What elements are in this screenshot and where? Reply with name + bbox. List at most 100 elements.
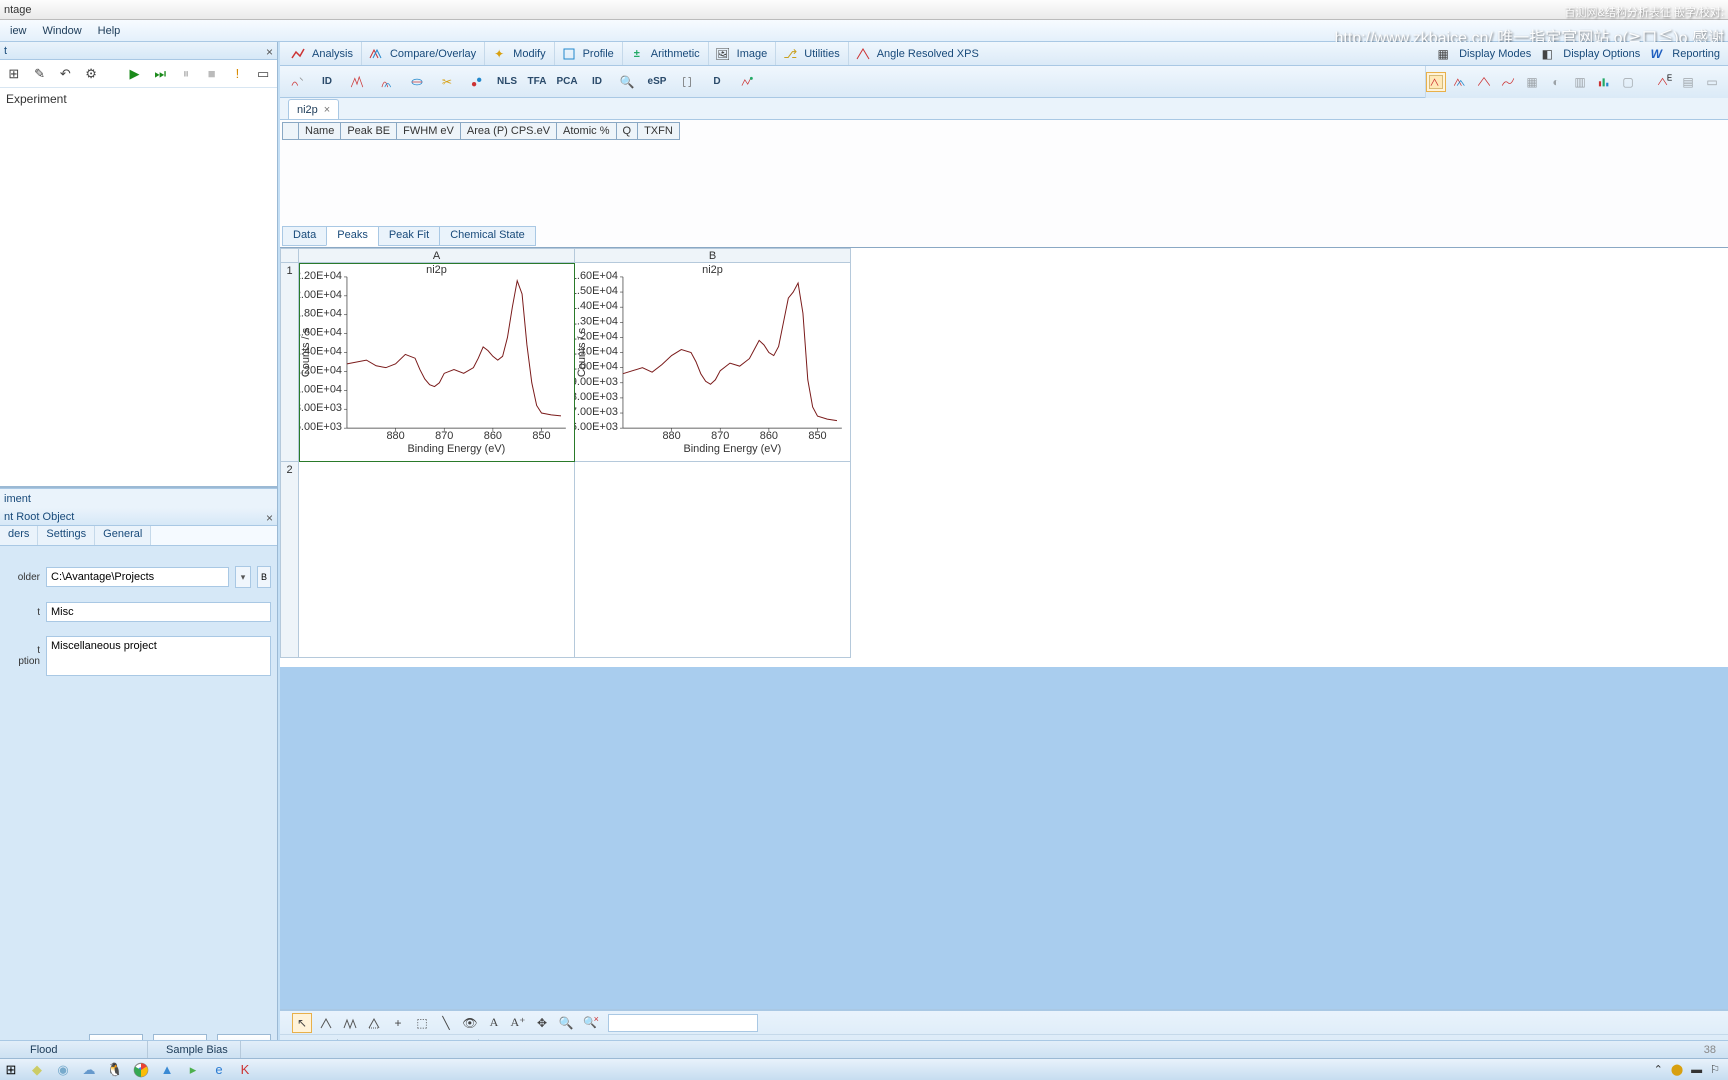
close-icon[interactable]: ×: [324, 104, 330, 116]
text-plus-tool[interactable]: A⁺: [508, 1013, 528, 1033]
profile-label[interactable]: Profile: [581, 48, 616, 60]
tab-folders[interactable]: ders: [0, 526, 38, 545]
multi-peak-tool[interactable]: [340, 1013, 360, 1033]
tray-network-icon[interactable]: ⚐: [1710, 1063, 1720, 1076]
ie-icon[interactable]: e: [210, 1061, 228, 1079]
t-input[interactable]: [46, 602, 271, 622]
tray-chevron-icon[interactable]: ⌃: [1654, 1063, 1663, 1076]
col-b[interactable]: B: [575, 249, 851, 263]
region-tool[interactable]: [364, 1013, 384, 1033]
subtab-data[interactable]: Data: [282, 226, 327, 246]
mode-bars[interactable]: [1594, 72, 1614, 92]
app-icon-4[interactable]: 🐧: [106, 1061, 124, 1079]
warning-icon[interactable]: !: [228, 64, 248, 84]
chart-cell-a2[interactable]: [299, 462, 575, 658]
desc-input[interactable]: Miscellaneous project: [46, 636, 271, 676]
folder-input[interactable]: [46, 567, 229, 587]
cursor-tool[interactable]: ↖: [292, 1013, 312, 1033]
col-txfn[interactable]: TXFN: [638, 123, 680, 140]
menu-help[interactable]: Help: [90, 23, 129, 39]
tool-peak[interactable]: [344, 69, 370, 95]
zoom-out-tool[interactable]: 🔍×: [580, 1013, 600, 1033]
tool-brackets[interactable]: [674, 69, 700, 95]
tab-general[interactable]: General: [95, 526, 151, 545]
col-a[interactable]: A: [299, 249, 575, 263]
app-icon-7[interactable]: K: [236, 1061, 254, 1079]
single-peak-tool[interactable]: [316, 1013, 336, 1033]
start-icon[interactable]: ⊞: [2, 1061, 20, 1079]
pause-icon[interactable]: ⏸: [176, 64, 196, 84]
tool-overlay[interactable]: [404, 69, 430, 95]
tool-last[interactable]: [734, 69, 760, 95]
bottom-input[interactable]: [608, 1014, 758, 1032]
doc-tab-ni2p[interactable]: ni2p ×: [288, 99, 339, 119]
mode-3[interactable]: [1474, 72, 1494, 92]
tab-settings[interactable]: Settings: [38, 526, 95, 545]
move-tool[interactable]: ✥: [532, 1013, 552, 1033]
opt-1[interactable]: E: [1654, 72, 1674, 92]
app-icon-5[interactable]: ▲: [158, 1061, 176, 1079]
subtab-peakfit[interactable]: Peak Fit: [378, 226, 440, 246]
mode-single-spectrum[interactable]: [1426, 72, 1446, 92]
image-label[interactable]: Image: [735, 48, 770, 60]
tree-tab[interactable]: iment: [0, 488, 277, 508]
display-modes-label[interactable]: Display Modes: [1457, 48, 1533, 60]
subtab-peaks[interactable]: Peaks: [326, 226, 379, 246]
close-icon[interactable]: ×: [266, 509, 273, 527]
subtab-chemstate[interactable]: Chemical State: [439, 226, 536, 246]
arithmetic-label[interactable]: Arithmetic: [649, 48, 702, 60]
chart-cell-b1[interactable]: ni2p1.60E+041.50E+041.40E+041.30E+041.20…: [575, 263, 851, 462]
stop-icon[interactable]: ■: [202, 64, 222, 84]
analysis-label[interactable]: Analysis: [310, 48, 355, 60]
tool-atoms[interactable]: [464, 69, 490, 95]
chrome-icon[interactable]: [132, 1061, 150, 1079]
play-skip-icon[interactable]: ⏭: [150, 64, 170, 84]
close-icon[interactable]: ×: [266, 43, 273, 61]
col-atomic[interactable]: Atomic %: [557, 123, 616, 140]
tool-esp[interactable]: eSP: [644, 69, 670, 95]
col-name[interactable]: Name: [299, 123, 341, 140]
col-q[interactable]: Q: [616, 123, 638, 140]
mode-4[interactable]: [1498, 72, 1518, 92]
app-icon-1[interactable]: ◆: [28, 1061, 46, 1079]
tool-1[interactable]: [284, 69, 310, 95]
modify-label[interactable]: Modify: [511, 48, 547, 60]
tool-id2[interactable]: ID: [584, 69, 610, 95]
chart-cell-a1[interactable]: ni2p2.20E+042.00E+041.80E+041.60E+041.40…: [299, 263, 575, 462]
pencil-icon[interactable]: ✎: [30, 64, 50, 84]
tool-scissors[interactable]: ✂: [434, 69, 460, 95]
tool-id[interactable]: ID: [314, 69, 340, 95]
col-peak-be[interactable]: Peak BE: [341, 123, 397, 140]
gear-icon[interactable]: ⚙: [81, 64, 101, 84]
book-icon[interactable]: ▭: [253, 64, 273, 84]
grid-icon[interactable]: ⊞: [4, 64, 24, 84]
dropdown-icon[interactable]: ▾: [235, 566, 251, 588]
eye-tool[interactable]: 👁: [460, 1013, 480, 1033]
tool-nls[interactable]: NLS: [494, 69, 520, 95]
reporting-label[interactable]: Reporting: [1670, 48, 1722, 60]
tool-tfa[interactable]: TFA: [524, 69, 550, 95]
app-icon-3[interactable]: ☁: [80, 1061, 98, 1079]
selection-tool[interactable]: ⬚: [412, 1013, 432, 1033]
tool-peakfit[interactable]: [374, 69, 400, 95]
tray-battery-icon[interactable]: ▬: [1691, 1064, 1702, 1076]
zoom-in-tool[interactable]: 🔍: [556, 1013, 576, 1033]
col-fwhm[interactable]: FWHM eV: [397, 123, 461, 140]
compare-label[interactable]: Compare/Overlay: [388, 48, 478, 60]
row-2[interactable]: 2: [281, 462, 299, 658]
line-tool[interactable]: ╲: [436, 1013, 456, 1033]
tool-pca[interactable]: PCA: [554, 69, 580, 95]
undo-icon[interactable]: ↶: [55, 64, 75, 84]
browse-button[interactable]: B: [257, 566, 271, 588]
tray-shield-icon[interactable]: ⬤: [1671, 1063, 1683, 1076]
display-options-label[interactable]: Display Options: [1561, 48, 1642, 60]
app-icon-2[interactable]: ◉: [54, 1061, 72, 1079]
utilities-label[interactable]: Utilities: [802, 48, 841, 60]
arxps-label[interactable]: Angle Resolved XPS: [875, 48, 981, 60]
app-icon-6[interactable]: ▸: [184, 1061, 202, 1079]
peak-table[interactable]: Name Peak BE FWHM eV Area (P) CPS.eV Ato…: [282, 122, 680, 140]
row-1[interactable]: 1: [281, 263, 299, 462]
text-tool[interactable]: A: [484, 1013, 504, 1033]
play-icon[interactable]: ▶: [125, 64, 145, 84]
menu-window[interactable]: Window: [35, 23, 90, 39]
